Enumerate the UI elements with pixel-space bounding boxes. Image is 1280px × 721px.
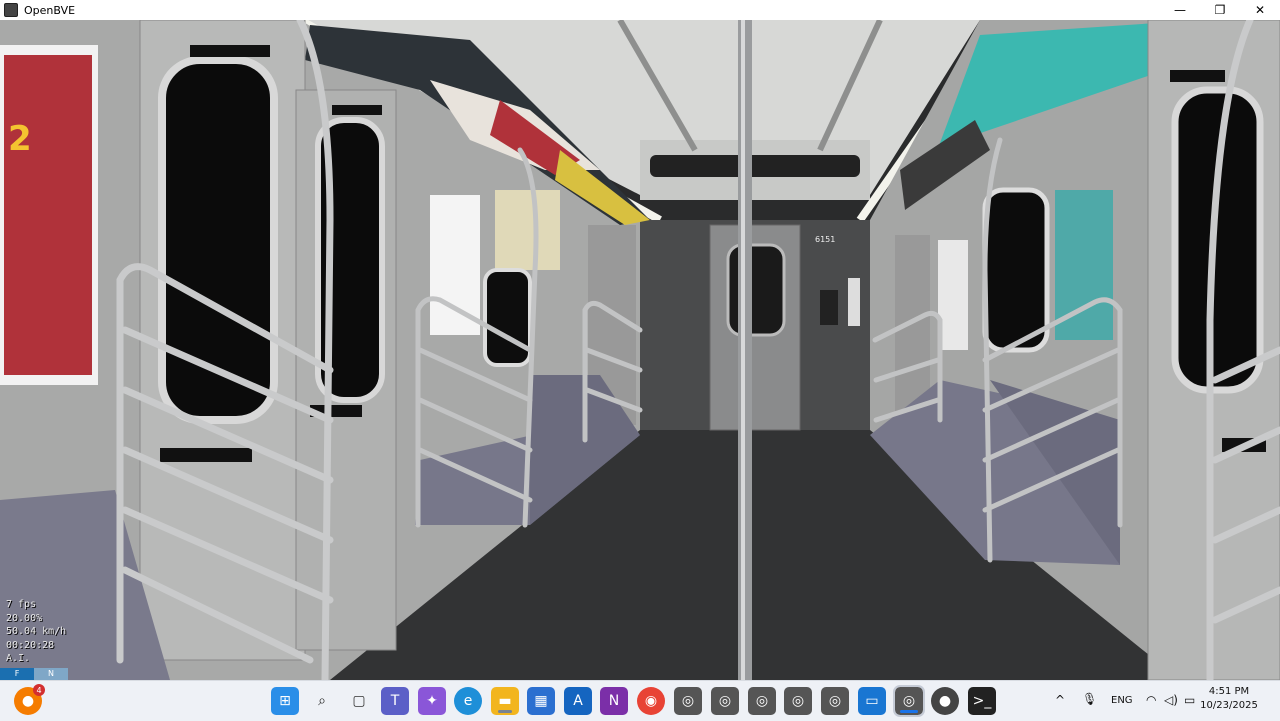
volume-icon[interactable]: ◁) xyxy=(1164,693,1178,707)
copilot-icon[interactable]: ✦ xyxy=(418,687,446,715)
openbve-icon-3[interactable]: ◎ xyxy=(748,687,776,715)
openbve-app-icon xyxy=(4,3,18,17)
recorder-icon[interactable]: ● xyxy=(931,687,959,715)
close-icon[interactable]: ✕ xyxy=(1240,0,1280,20)
openbve-icon-4[interactable]: ◎ xyxy=(784,687,812,715)
hud-ai: A.I. xyxy=(6,653,31,664)
chrome-icon[interactable]: ◉ xyxy=(637,687,665,715)
window-title: OpenBVE xyxy=(24,3,76,17)
clock-date: 10/23/2025 xyxy=(1200,700,1258,711)
car-number: 6151 xyxy=(815,235,835,244)
window-icon[interactable]: ▭ xyxy=(858,687,886,715)
hud-speed: 50.04 km/h xyxy=(6,626,67,637)
openbve-active-icon[interactable]: ◎ xyxy=(893,685,925,717)
wifi-icon[interactable]: ◠ xyxy=(1146,693,1156,707)
hud-time: 00:20:28 xyxy=(6,639,55,651)
door-sign-1 xyxy=(160,448,252,462)
notification-badge: 4 xyxy=(33,684,45,696)
poster-mid-left xyxy=(430,195,480,335)
clock-time: 4:51 PM xyxy=(1208,686,1250,697)
openbve-icon-1[interactable]: ◎ xyxy=(674,687,702,715)
file-explorer-icon[interactable]: ▬ xyxy=(491,687,519,715)
subway-car-interior: 6151 2 xyxy=(0,20,1280,680)
maximize-icon[interactable]: ❐ xyxy=(1200,0,1240,20)
onenote-icon[interactable]: N xyxy=(600,687,628,715)
azure-icon[interactable]: A xyxy=(564,687,592,715)
language-indicator[interactable]: ENG xyxy=(1111,695,1133,706)
start-icon[interactable]: ⊞ xyxy=(271,687,299,715)
teams-icon[interactable]: T xyxy=(381,687,409,715)
edge-icon[interactable]: e xyxy=(454,687,482,715)
openbve-icon-5[interactable]: ◎ xyxy=(821,687,849,715)
task-view-icon[interactable]: ▢ xyxy=(345,687,373,715)
openbve-icon-2[interactable]: ◎ xyxy=(711,687,739,715)
tray-chevron-icon[interactable]: ^ xyxy=(1055,693,1065,707)
weather-widget-icon[interactable]: ● 4 xyxy=(14,684,45,715)
microphone-icon[interactable]: 🎙 xyxy=(1082,692,1097,706)
simulation-viewport[interactable]: 6151 2 7 fps 20.00% 50.04 km/h 00:20:28 … xyxy=(0,20,1280,680)
reverser-indicator: F N xyxy=(0,668,68,680)
search-icon[interactable]: ⌕ xyxy=(308,687,336,715)
svg-text:2: 2 xyxy=(8,119,32,159)
minimize-icon[interactable]: — xyxy=(1160,0,1200,20)
reverser-forward: F xyxy=(0,668,34,680)
hud-fps: 7 fps xyxy=(6,599,37,610)
window-titlebar[interactable]: OpenBVE — ❐ ✕ xyxy=(0,0,1280,20)
hud-power: 20.00% xyxy=(6,612,43,624)
terminal-icon[interactable]: >_ xyxy=(968,687,996,715)
hud-overlay: 7 fps 20.00% 50.04 km/h 00:20:28 A.I. xyxy=(6,598,66,666)
taskbar-clock[interactable]: 4:51 PM 10/23/2025 xyxy=(1194,685,1264,713)
reverser-neutral: N xyxy=(34,668,68,680)
taskbar: ● 4 ⊞ ⌕ ▢ T ✦ e ▬ ▦ A N ◉ ◎ ◎ ◎ ◎ ◎ ▭ ◎ ●… xyxy=(0,680,1280,721)
store-icon[interactable]: ▦ xyxy=(527,687,555,715)
